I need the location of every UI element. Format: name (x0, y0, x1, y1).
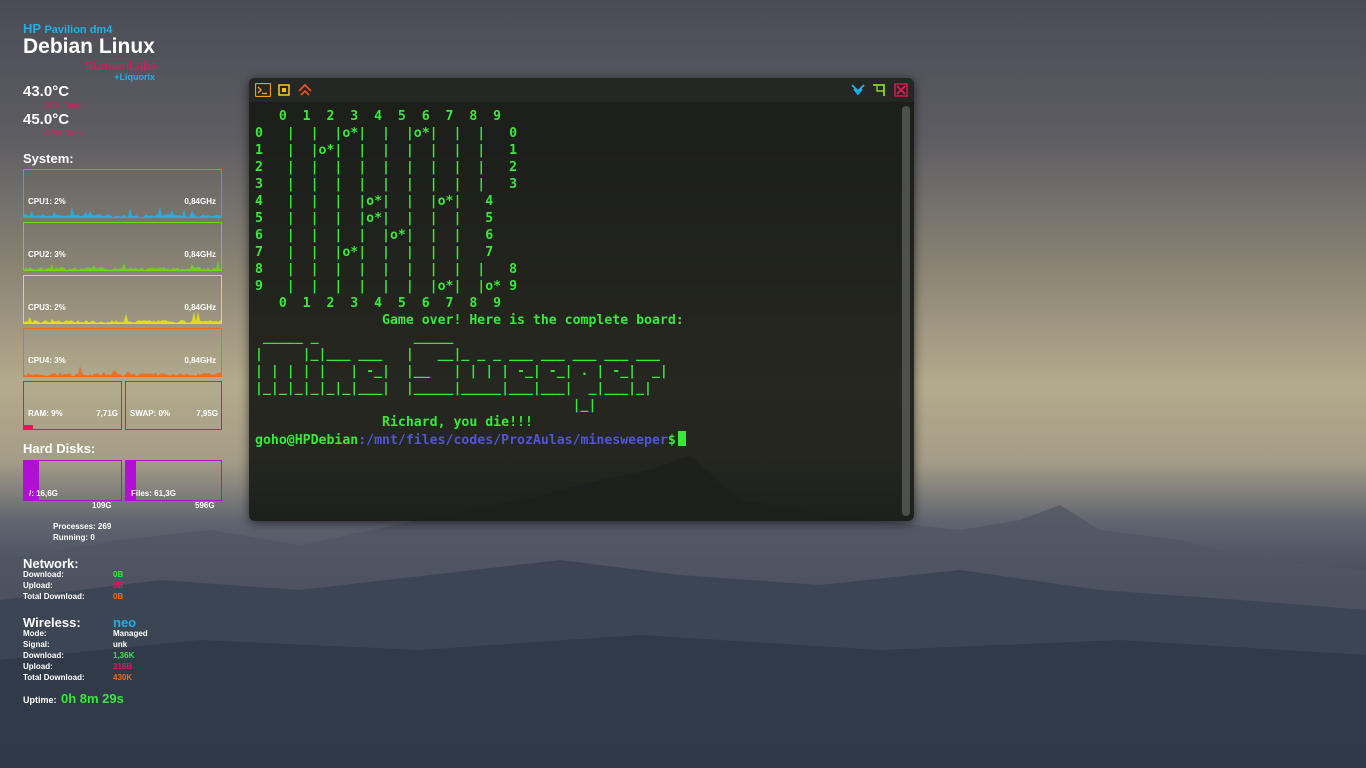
terminal-line: 0 | | |o*| | |o*| | | 0 (255, 126, 518, 141)
terminal-line: 0 1 2 3 4 5 6 7 8 9 (255, 109, 502, 124)
chevron-up-icon[interactable] (296, 81, 314, 99)
disk-root-label: /: 16,6G (29, 489, 58, 498)
terminal-line: _____ _ _____ (255, 330, 454, 345)
cpu-temp-label: CPU Temp (44, 101, 83, 110)
close-icon[interactable] (892, 81, 910, 99)
cpu-freq-label: 0,84GHz (184, 197, 216, 206)
terminal-line: 6 | | | | |o*| | | 6 (255, 228, 494, 243)
wl-mode-label: Mode: (23, 629, 47, 638)
ram-label: RAM: 9% (28, 409, 63, 418)
prompt-symbol: $ (667, 433, 676, 448)
chevron-down-icon[interactable] (849, 81, 867, 99)
terminal-line: 8 | | | | | | | | | 8 (255, 262, 518, 277)
gpu-temp-label: GPU Temp (44, 129, 83, 138)
wireless-title: Wireless: (23, 615, 81, 630)
distro-subtitle: BunsenLabs (84, 58, 157, 73)
swap-label: SWAP: 0% (130, 409, 171, 418)
terminal-line: |_|_|_|_|_|_|___| |_____|_____|___|___| … (255, 381, 652, 396)
terminal-line: 5 | | | |o*| | | | 5 (255, 211, 494, 226)
hard-disks-title: Hard Disks: (23, 441, 96, 456)
cpu-graph-trace (24, 260, 221, 270)
net-total-value: 0B (113, 592, 124, 601)
wl-upload-label: Upload: (23, 662, 53, 671)
wireless-ssid: neo (113, 615, 137, 630)
terminal-line: 0 1 2 3 4 5 6 7 8 9 (255, 296, 502, 311)
net-total-label: Total Download: (23, 592, 85, 601)
terminal-line: 1 | |o*| | | | | | | 1 (255, 143, 518, 158)
terminal-line: 9 | | | | | | |o*| |o* 9 (255, 279, 518, 294)
pin-arrow-icon[interactable] (870, 81, 888, 99)
wl-total-value: 430K (113, 673, 133, 682)
shell-prompt[interactable]: goho@HPDebian:/mnt/files/codes/ProzAulas… (255, 431, 686, 448)
disk-files-label: Files: 61,3G (131, 489, 176, 498)
text-cursor (677, 431, 686, 446)
disk-files-box: Files: 61,3G (125, 460, 222, 501)
brand-label: HP Pavilion dm4 (23, 21, 112, 36)
net-download-label: Download: (23, 570, 64, 579)
terminal-scrollbar[interactable] (902, 106, 910, 516)
cpu-usage-label: CPU2: 3% (28, 250, 66, 259)
cpu1-graph: CPU1: 2% 0,84GHz (23, 169, 222, 218)
terminal-line: 4 | | | |o*| | |o*| 4 (255, 194, 494, 209)
cpu-graph-trace (24, 365, 221, 376)
terminal-icon[interactable] (254, 81, 272, 99)
terminal-line: 3 | | | | | | | | | 3 (255, 177, 518, 192)
network-title: Network: (23, 556, 79, 571)
distro-title: Debian Linux (23, 35, 155, 58)
terminal-line: 2 | | | | | | | | | 2 (255, 160, 518, 175)
processes-count: Processes: 269 (53, 522, 112, 531)
running-count: Running: 0 (53, 533, 95, 542)
cpu2-graph: CPU2: 3% 0,84GHz (23, 222, 222, 271)
swap-total: 7,95G (196, 409, 218, 418)
wl-mode-value: Managed (113, 629, 148, 638)
terminal-output[interactable]: 0 1 2 3 4 5 6 7 8 9 0 | | |o*| | |o*| | |… (255, 108, 686, 448)
terminal-line: Game over! Here is the complete board: (255, 313, 684, 328)
cpu-usage-label: CPU3: 2% (28, 303, 66, 312)
terminal-line: |_| (255, 398, 597, 413)
cpu-temp-value: 43.0°C (23, 83, 70, 100)
maximize-icon[interactable] (275, 81, 293, 99)
kernel-label: +Liquorix (114, 72, 155, 82)
net-upload-label: Upload: (23, 581, 53, 590)
disk-root-box: /: 16,6G (23, 460, 122, 501)
wl-signal-label: Signal: (23, 640, 50, 649)
ram-usage-bar (24, 425, 33, 429)
cpu-freq-label: 0,84GHz (184, 303, 216, 312)
uptime-label: Uptime: (23, 695, 57, 705)
terminal-titlebar[interactable] (249, 78, 914, 102)
prompt-path: :/mnt/files/codes/ProzAulas/minesweeper (358, 433, 668, 448)
prompt-user-host: goho@HPDebian (255, 433, 359, 448)
gpu-temp-value: 45.0°C (23, 111, 70, 128)
terminal-line: Richard, you die!!! (255, 415, 533, 430)
wl-download-value: 1,36K (113, 651, 135, 660)
cpu-freq-label: 0,84GHz (184, 250, 216, 259)
wl-download-label: Download: (23, 651, 64, 660)
ram-box: RAM: 9% 7,71G (23, 381, 122, 430)
cpu-usage-label: CPU4: 3% (28, 356, 66, 365)
net-download-value: 0B (113, 570, 124, 579)
cpu-freq-label: 0,84GHz (184, 356, 216, 365)
wl-total-label: Total Download: (23, 673, 85, 682)
terminal-line: 7 | | |o*| | | | | 7 (255, 245, 494, 260)
cpu3-graph: CPU3: 2% 0,84GHz (23, 275, 222, 324)
cpu4-graph: CPU4: 3% 0,84GHz (23, 328, 222, 377)
ram-total: 7,71G (96, 409, 118, 418)
terminal-line: | | | | | | -_| |__ | | | | -_| -_| . | … (255, 364, 668, 379)
cpu-graph-trace (24, 311, 221, 323)
terminal-line: | |_|___ ___ | __|_ _ _ ___ ___ ___ ___ … (255, 347, 660, 362)
wl-signal-value: unk (113, 640, 128, 649)
terminal-window[interactable]: 0 1 2 3 4 5 6 7 8 9 0 | | |o*| | |o*| | |… (249, 78, 914, 521)
swap-box: SWAP: 0% 7,95G (125, 381, 222, 430)
cpu-graph-trace (24, 206, 221, 217)
brand-name: HP (23, 21, 41, 36)
system-section-title: System: (23, 151, 74, 166)
wl-upload-value: 318B (113, 662, 133, 671)
disk-root-size: 109G (92, 501, 112, 510)
disk-files-size: 596G (195, 501, 215, 510)
cpu-usage-label: CPU1: 2% (28, 197, 66, 206)
uptime-value: 0h 8m 29s (61, 691, 124, 706)
net-upload-value: 0B (113, 581, 124, 590)
